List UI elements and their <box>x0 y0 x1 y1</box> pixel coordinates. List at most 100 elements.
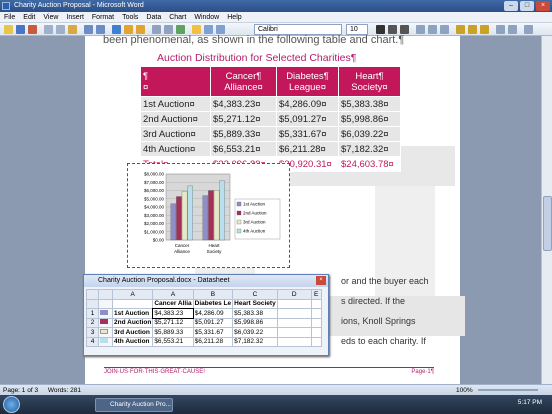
menu-edit[interactable]: Edit <box>23 12 35 22</box>
row-number[interactable]: 3 <box>86 327 99 338</box>
word-count[interactable]: Words: 281 <box>48 387 81 394</box>
currency-icon[interactable] <box>456 25 465 34</box>
underline-icon[interactable] <box>400 25 409 34</box>
increase-decimal-icon[interactable] <box>496 25 505 34</box>
cell[interactable]: Diabetes Le <box>192 298 234 309</box>
row-number[interactable]: 2 <box>86 317 99 328</box>
cell[interactable]: $5,383.38 <box>232 308 278 319</box>
maximize-button[interactable]: □ <box>520 1 534 11</box>
print-icon[interactable] <box>28 25 37 34</box>
copy-icon[interactable] <box>56 25 65 34</box>
menu-chart[interactable]: Chart <box>169 12 186 22</box>
cell[interactable]: $6,553.21 <box>152 336 194 347</box>
toolbar-options-icon[interactable] <box>524 25 533 34</box>
menu-format[interactable]: Format <box>92 12 114 22</box>
taskbar-word-button[interactable]: Charity Auction Pro... <box>95 398 173 412</box>
cell-value: $4,383.23¤ <box>210 96 277 112</box>
table-row: 1st Auction¤ $4,383.23¤ $4,286.09¤ $5,38… <box>140 96 401 112</box>
cell[interactable]: $5,091.27 <box>192 317 234 328</box>
cell[interactable]: $6,039.22 <box>232 327 278 338</box>
menu-help[interactable]: Help <box>227 12 241 22</box>
redo-icon[interactable] <box>96 25 105 34</box>
cell[interactable]: $5,998.86 <box>232 317 278 328</box>
header-cell-cancer: Cancer¶ Alliance¤ <box>210 66 277 97</box>
cell[interactable]: $5,889.33 <box>152 327 194 338</box>
menu-file[interactable]: File <box>4 12 15 22</box>
column-header[interactable]: B <box>192 289 234 300</box>
cell[interactable]: Cancer Allia <box>152 298 194 309</box>
undo-icon[interactable] <box>84 25 93 34</box>
percent-icon[interactable] <box>468 25 477 34</box>
datasheet-window[interactable]: Charity Auction Proposal.docx - Datashee… <box>83 274 329 356</box>
datasheet-grid: A A B C D E Cancer Allia Diabetes Le Hea… <box>86 289 322 347</box>
cut-icon[interactable] <box>44 25 53 34</box>
y-tick-label: $8,000.00 <box>144 172 165 177</box>
minimize-button[interactable]: – <box>504 1 518 11</box>
cell[interactable]: 3rd Auction <box>111 327 154 338</box>
cell[interactable]: $5,331.67 <box>192 327 234 338</box>
datasheet-title: Charity Auction Proposal.docx - Datashee… <box>98 277 230 284</box>
datasheet-close-button[interactable]: × <box>316 276 326 285</box>
column-header[interactable]: D <box>276 289 312 300</box>
paste-icon[interactable] <box>68 25 77 34</box>
cell[interactable]: $4,286.09 <box>192 308 234 319</box>
chart-heading: Auction Distribution for Selected Charit… <box>157 52 357 64</box>
word-app-icon[interactable] <box>2 2 10 10</box>
row-number[interactable]: 4 <box>86 336 99 347</box>
datasheet-title-bar[interactable]: Charity Auction Proposal.docx - Datashee… <box>84 275 328 287</box>
column-header[interactable]: C <box>232 289 278 300</box>
fill-color-icon[interactable] <box>216 25 225 34</box>
scroll-thumb[interactable] <box>543 196 552 251</box>
menu-tools[interactable]: Tools <box>122 12 138 22</box>
angle-text-icon[interactable] <box>204 25 213 34</box>
align-left-icon[interactable] <box>416 25 425 34</box>
view-datasheet-icon[interactable] <box>192 25 201 34</box>
datasheet-row: 2 2nd Auction $5,271.12 $5,091.27 $5,998… <box>86 317 322 328</box>
bold-icon[interactable] <box>376 25 385 34</box>
cell[interactable]: Heart Society <box>232 298 278 309</box>
cell[interactable]: 1st Auction <box>111 308 154 319</box>
cell[interactable]: 4th Auction <box>111 336 154 347</box>
vertical-scrollbar[interactable] <box>541 36 552 384</box>
column-header[interactable]: A <box>152 289 194 300</box>
decrease-decimal-icon[interactable] <box>508 25 517 34</box>
close-button[interactable]: × <box>536 1 550 11</box>
comma-icon[interactable] <box>480 25 489 34</box>
cell[interactable]: $7,182.32 <box>232 336 278 347</box>
legend-swatch <box>236 201 242 207</box>
cell[interactable]: $5,271.12 <box>152 317 194 328</box>
column-header[interactable]: A <box>111 289 154 300</box>
column-header[interactable] <box>86 289 99 300</box>
column-header[interactable]: E <box>310 289 322 300</box>
data-table-icon[interactable] <box>176 25 185 34</box>
menu-window[interactable]: Window <box>194 12 219 22</box>
preceding-paragraph: been phenomenal, as shown in the followi… <box>103 34 405 46</box>
page-count[interactable]: Page: 1 of 3 <box>3 387 38 394</box>
gridlines-icon[interactable] <box>152 25 161 34</box>
row-number[interactable]: 1 <box>86 308 99 319</box>
cell-value: $5,998.86¤ <box>338 111 401 127</box>
page-footer: JOIN·US·FOR·THIS·GREAT·CAUSE! Page·1¶ <box>104 367 434 375</box>
italic-icon[interactable] <box>388 25 397 34</box>
embedded-chart[interactable]: $0.00 $1,000.00 $2,000.00 $3,000.00 $4,000.0… <box>127 163 290 268</box>
open-icon[interactable] <box>4 25 13 34</box>
column-header[interactable] <box>98 289 113 300</box>
save-icon[interactable] <box>16 25 25 34</box>
cell[interactable]: 2nd Auction <box>111 317 154 328</box>
align-center-icon[interactable] <box>428 25 437 34</box>
by-column-icon[interactable] <box>136 25 145 34</box>
title-bar: Charity Auction Proposal - Microsoft Wor… <box>0 0 552 12</box>
by-row-icon[interactable] <box>124 25 133 34</box>
zoom-slider[interactable] <box>478 389 538 391</box>
align-right-icon[interactable] <box>440 25 449 34</box>
menu-insert[interactable]: Insert <box>66 12 84 22</box>
cell[interactable]: $4,383.23 <box>151 307 195 319</box>
start-button[interactable] <box>3 396 20 413</box>
menu-data[interactable]: Data <box>146 12 161 22</box>
chart-type-icon[interactable] <box>112 25 121 34</box>
cell[interactable]: $6,211.28 <box>192 336 234 347</box>
legend-icon[interactable] <box>164 25 173 34</box>
footer-right: Page·1¶ <box>411 369 434 375</box>
menu-view[interactable]: View <box>43 12 58 22</box>
bar <box>187 185 193 241</box>
